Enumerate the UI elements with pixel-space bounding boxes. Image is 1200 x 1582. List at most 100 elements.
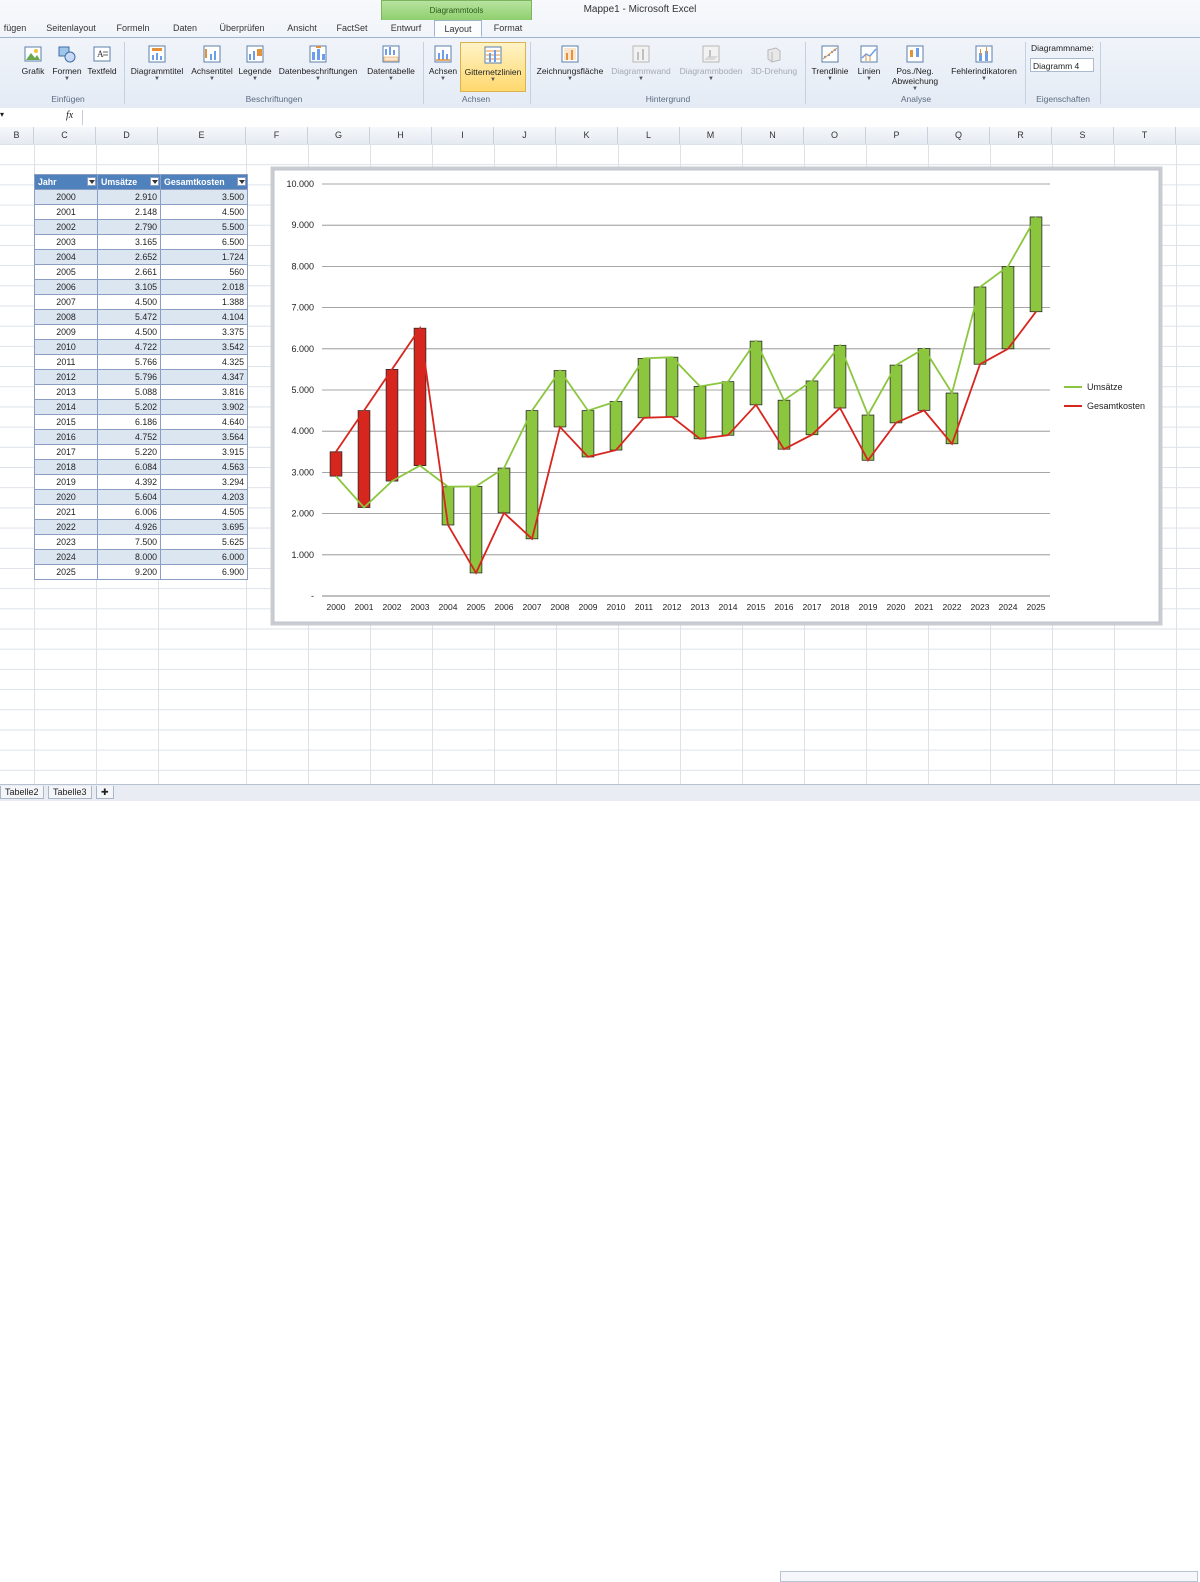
- table-row[interactable]: 2020 5.604 4.203: [34, 489, 248, 505]
- table-row[interactable]: 2013 5.088 3.816: [34, 384, 248, 400]
- table-cell[interactable]: 6.006: [97, 504, 161, 520]
- table-cell[interactable]: 8.000: [97, 549, 161, 565]
- column-header-o[interactable]: O: [804, 127, 866, 144]
- table-cell[interactable]: 5.220: [97, 444, 161, 460]
- table-cell[interactable]: 2.661: [97, 264, 161, 280]
- sheet-tab-tabelle2[interactable]: Tabelle2: [0, 786, 44, 799]
- table-cell[interactable]: 2015: [34, 414, 98, 430]
- achsen-button[interactable]: Achsen ▼: [426, 42, 460, 92]
- table-cell[interactable]: 2013: [34, 384, 98, 400]
- table-cell[interactable]: 4.563: [160, 459, 248, 475]
- table-row[interactable]: 2015 6.186 4.640: [34, 414, 248, 430]
- column-header-m[interactable]: M: [680, 127, 742, 144]
- table-cell[interactable]: 4.752: [97, 429, 161, 445]
- datentabelle-button[interactable]: Datentabelle ▼: [362, 42, 420, 92]
- table-row[interactable]: 2011 5.766 4.325: [34, 354, 248, 370]
- table-cell[interactable]: 2004: [34, 249, 98, 265]
- table-cell[interactable]: 6.500: [160, 234, 248, 250]
- up-bar[interactable]: [805, 380, 819, 436]
- column-header-i[interactable]: I: [432, 127, 494, 144]
- table-cell[interactable]: 6.084: [97, 459, 161, 475]
- table-cell[interactable]: 4.500: [97, 294, 161, 310]
- table-cell[interactable]: 2.018: [160, 279, 248, 295]
- table-cell[interactable]: 2025: [34, 564, 98, 580]
- trendlinie-button[interactable]: Trendlinie ▼: [808, 42, 852, 92]
- diagrammtitel-button[interactable]: Diagrammtitel ▼: [128, 42, 186, 92]
- tab-entwurf[interactable]: Entwurf: [384, 20, 428, 37]
- table-cell[interactable]: 2.148: [97, 204, 161, 220]
- table-row[interactable]: 2002 2.790 5.500: [34, 219, 248, 235]
- table-cell[interactable]: 4.347: [160, 369, 248, 385]
- table-row[interactable]: 2022 4.926 3.695: [34, 519, 248, 535]
- table-cell[interactable]: 5.604: [97, 489, 161, 505]
- table-cell[interactable]: 2017: [34, 444, 98, 460]
- table-cell[interactable]: 3.695: [160, 519, 248, 535]
- tab-formeln[interactable]: Formeln: [110, 20, 156, 37]
- table-cell[interactable]: 2003: [34, 234, 98, 250]
- column-header-n[interactable]: N: [742, 127, 804, 144]
- chart-name-input[interactable]: Diagramm 4: [1030, 58, 1094, 72]
- legende-button[interactable]: Legende ▼: [236, 42, 274, 92]
- table-cell[interactable]: 4.392: [97, 474, 161, 490]
- column-header-r[interactable]: R: [990, 127, 1052, 144]
- column-header-s[interactable]: S: [1052, 127, 1114, 144]
- table-cell[interactable]: 2.910: [97, 189, 161, 205]
- table-cell[interactable]: 5.796: [97, 369, 161, 385]
- table-row[interactable]: 2018 6.084 4.563: [34, 459, 248, 475]
- linien-button[interactable]: Linien ▼: [852, 42, 886, 92]
- down-bar[interactable]: [357, 410, 371, 508]
- table-row[interactable]: 2008 5.472 4.104: [34, 309, 248, 325]
- column-header-h[interactable]: H: [370, 127, 432, 144]
- tab-seitenlayout[interactable]: Seitenlayout: [40, 20, 102, 37]
- table-cell[interactable]: 2024: [34, 549, 98, 565]
- table-cell[interactable]: 4.104: [160, 309, 248, 325]
- diagrammboden-button[interactable]: Diagrammboden ▼: [676, 42, 746, 92]
- table-cell[interactable]: 3.375: [160, 324, 248, 340]
- table-cell[interactable]: 4.500: [97, 324, 161, 340]
- up-bar[interactable]: [693, 385, 707, 440]
- table-cell[interactable]: 3.564: [160, 429, 248, 445]
- table-cell[interactable]: 2012: [34, 369, 98, 385]
- table-cell[interactable]: 3.165: [97, 234, 161, 250]
- filter-dropdown-icon[interactable]: [237, 177, 246, 186]
- table-row[interactable]: 2007 4.500 1.388: [34, 294, 248, 310]
- table-row[interactable]: 2016 4.752 3.564: [34, 429, 248, 445]
- tab-format[interactable]: Format: [486, 20, 530, 37]
- table-row[interactable]: 2012 5.796 4.347: [34, 369, 248, 385]
- table-cell[interactable]: 3.294: [160, 474, 248, 490]
- table-cell[interactable]: 9.200: [97, 564, 161, 580]
- horizontal-scrollbar[interactable]: [780, 1571, 1198, 1582]
- up-bar[interactable]: [1029, 216, 1043, 313]
- pos-neg-abweichung-button[interactable]: Pos./Neg. Abweichung ▼: [886, 42, 944, 92]
- table-cell[interactable]: 4.505: [160, 504, 248, 520]
- achsentitel-button[interactable]: Achsentitel ▼: [188, 42, 236, 92]
- table-cell[interactable]: 2011: [34, 354, 98, 370]
- gitternetzlinien-button[interactable]: Gitternetzlinien ▼: [460, 42, 526, 92]
- tab-ueberpruefen[interactable]: Überprüfen: [212, 20, 272, 37]
- column-header-l[interactable]: L: [618, 127, 680, 144]
- up-bar[interactable]: [973, 286, 987, 365]
- up-bar[interactable]: [469, 485, 483, 574]
- table-row[interactable]: 2023 7.500 5.625: [34, 534, 248, 550]
- table-row[interactable]: 2003 3.165 6.500: [34, 234, 248, 250]
- zeichnungsflaeche-button[interactable]: Zeichnungsfläche ▼: [534, 42, 606, 92]
- column-header-f[interactable]: F: [246, 127, 308, 144]
- table-cell[interactable]: 6.186: [97, 414, 161, 430]
- up-bar[interactable]: [637, 358, 651, 419]
- column-header-j[interactable]: J: [494, 127, 556, 144]
- table-cell[interactable]: 4.926: [97, 519, 161, 535]
- table-cell[interactable]: 2016: [34, 429, 98, 445]
- table-cell[interactable]: 4.325: [160, 354, 248, 370]
- table-cell[interactable]: 2006: [34, 279, 98, 295]
- chart[interactable]: - 1.000 2.000 3.000 4.000 5.000 6.000 7.000 8.00…: [270, 166, 1163, 626]
- column-header-g[interactable]: G: [308, 127, 370, 144]
- 3d-drehung-button[interactable]: 3D-Drehung: [746, 42, 802, 92]
- table-cell[interactable]: 6.000: [160, 549, 248, 565]
- table-cell[interactable]: 2018: [34, 459, 98, 475]
- table-cell[interactable]: 2009: [34, 324, 98, 340]
- table-cell[interactable]: 5.202: [97, 399, 161, 415]
- table-row[interactable]: 2017 5.220 3.915: [34, 444, 248, 460]
- table-cell[interactable]: 2019: [34, 474, 98, 490]
- up-bar[interactable]: [553, 370, 567, 428]
- table-cell[interactable]: 5.625: [160, 534, 248, 550]
